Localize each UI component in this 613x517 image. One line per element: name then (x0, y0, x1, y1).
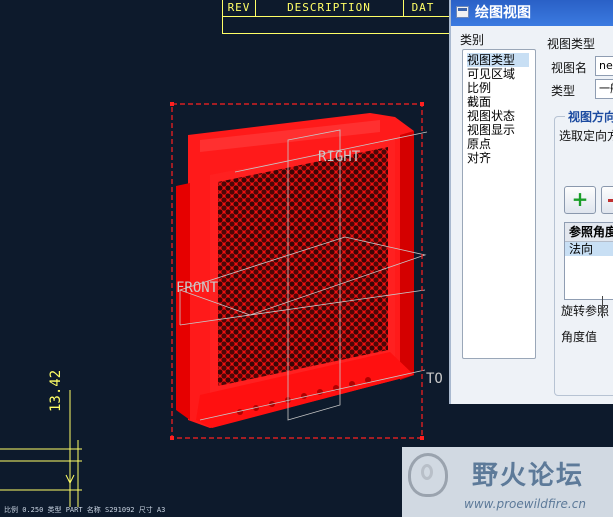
dimension-value[interactable]: 13.42 (48, 370, 64, 412)
drawing-view-dialog: 绘图视图 类别 视图类型 可见区域 比例 截面 视图状态 视图显示 原点 对齐 … (449, 0, 613, 404)
angle-value-label: 角度值 (561, 330, 598, 344)
status-bar: 比例 0.250 类型 PART 名称 S291092 尺寸 A3 (4, 506, 166, 514)
remove-reference-button[interactable] (601, 186, 613, 214)
category-item-visible-area[interactable]: 可见区域 (467, 67, 515, 81)
title-block-rev: REV (223, 0, 256, 16)
orientation-prompt: 选取定向方 (559, 129, 613, 143)
title-block-description: DESCRIPTION (255, 0, 404, 16)
view-name-input[interactable]: new (595, 56, 613, 76)
title-block-date: DAT (411, 1, 435, 14)
watermark-logo-icon (408, 453, 448, 497)
datum-label-top: TO (426, 371, 443, 387)
watermark-url: www.proewildfire.cn (464, 497, 586, 511)
type-select[interactable]: 一般 (595, 79, 613, 99)
category-item-scale[interactable]: 比例 (467, 81, 491, 95)
category-label: 类别 (460, 33, 485, 47)
add-reference-button[interactable]: + (564, 186, 596, 214)
category-item-alignment[interactable]: 对齐 (467, 151, 491, 165)
category-item-section[interactable]: 截面 (467, 95, 491, 109)
dialog-titlebar[interactable]: 绘图视图 (451, 0, 613, 26)
type-label: 类型 (551, 84, 576, 98)
view-name-label: 视图名 (551, 61, 588, 75)
dimension-lines (0, 390, 82, 507)
datum-label-right: RIGHT (318, 149, 361, 165)
category-item-view-type[interactable]: 视图类型 (467, 53, 529, 67)
field-separator (602, 296, 603, 318)
reference-angle-table[interactable]: 参照角度 法向 (564, 222, 613, 300)
category-item-view-state[interactable]: 视图状态 (467, 109, 515, 123)
category-item-origin[interactable]: 原点 (467, 137, 491, 151)
datum-label-front: FRONT (176, 280, 219, 296)
dialog-body: 类别 视图类型 可见区域 比例 截面 视图状态 视图显示 原点 对齐 视图类型 … (451, 26, 613, 404)
category-list[interactable]: 视图类型 可见区域 比例 截面 视图状态 视图显示 原点 对齐 (462, 49, 536, 359)
forum-watermark: 野火论坛 www.proewildfire.cn (402, 447, 613, 517)
ref-table-row[interactable]: 法向 (565, 242, 613, 256)
dialog-title: 绘图视图 (475, 5, 531, 21)
dialog-window-icon (456, 6, 469, 18)
category-item-view-display[interactable]: 视图显示 (467, 123, 515, 137)
orientation-group-title: 视图方向 (565, 108, 613, 125)
ref-table-header: 参照角度 (565, 223, 613, 242)
watermark-text: 野火论坛 (472, 461, 585, 491)
view-type-section-title: 视图类型 (547, 37, 596, 51)
